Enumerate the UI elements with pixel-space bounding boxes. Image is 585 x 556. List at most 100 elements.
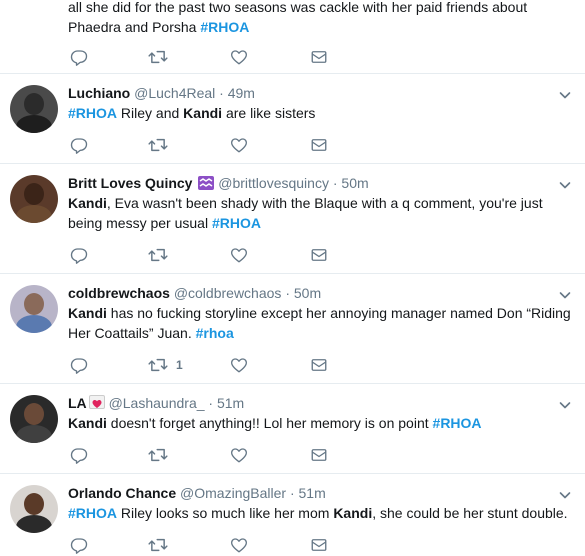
reply-button[interactable] <box>70 47 88 67</box>
bold-keyword: Kandi <box>68 195 107 211</box>
tweet[interactable]: Britt Loves Quincy @brittlovesquincy · 5… <box>0 163 585 273</box>
chevron-down-icon[interactable] <box>559 489 571 501</box>
chevron-down-icon[interactable] <box>559 289 571 301</box>
timestamp[interactable]: 50m <box>341 175 368 191</box>
retweet-icon <box>148 248 168 262</box>
user-handle[interactable]: @Luch4Real <box>134 85 215 101</box>
like-button[interactable] <box>230 535 248 555</box>
separator-dot: · <box>289 485 295 501</box>
tweet[interactable]: all she did for the past two seasons was… <box>0 0 585 73</box>
reply-button[interactable] <box>70 445 88 465</box>
like-icon <box>231 538 247 553</box>
text-fragment: , she could be her stunt double. <box>372 505 568 521</box>
direct-message-button[interactable] <box>310 355 328 375</box>
tweet-text: #RHOA Riley and Kandi are like sisters <box>68 103 573 123</box>
hashtag-link[interactable]: #RHOA <box>200 19 249 35</box>
chevron-down-icon[interactable] <box>559 179 571 191</box>
user-handle[interactable]: @OmazingBaller <box>180 485 286 501</box>
user-handle[interactable]: @coldbrewchaos <box>174 285 282 301</box>
display-name[interactable]: coldbrewchaos <box>68 285 170 301</box>
tweet-menu-button[interactable] <box>559 488 571 500</box>
like-icon <box>231 448 247 463</box>
text-fragment: , Eva wasn't been shady with the Blaque … <box>68 195 543 231</box>
reply-button[interactable] <box>70 535 88 555</box>
retweet-icon <box>148 50 168 64</box>
tweet-actions <box>68 47 368 67</box>
avatar[interactable] <box>10 175 58 223</box>
avatar[interactable] <box>10 285 58 333</box>
tweet[interactable]: coldbrewchaos @coldbrewchaos · 50m Kandi … <box>0 273 585 383</box>
retweet-icon <box>148 358 168 372</box>
direct-message-icon <box>311 539 327 551</box>
retweet-button[interactable] <box>148 47 168 67</box>
tweet-text: Kandi doesn't forget anything!! Lol her … <box>68 413 573 433</box>
timestamp[interactable]: 50m <box>294 285 321 301</box>
reply-button[interactable] <box>70 135 88 155</box>
direct-message-button[interactable] <box>310 535 328 555</box>
like-button[interactable] <box>230 47 248 67</box>
hashtag-link[interactable]: #RHOA <box>212 215 261 231</box>
hashtag-link[interactable]: #RHOA <box>433 415 482 431</box>
like-button[interactable] <box>230 135 248 155</box>
hashtag-link[interactable]: #rhoa <box>196 325 234 341</box>
chevron-down-icon[interactable] <box>559 399 571 411</box>
love-letter-icon <box>88 395 105 409</box>
tweet-text: Kandi, Eva wasn't been shady with the Bl… <box>68 193 573 233</box>
direct-message-button[interactable] <box>310 245 328 265</box>
retweet-button[interactable]: 1 <box>148 355 183 375</box>
direct-message-button[interactable] <box>310 47 328 67</box>
direct-message-icon <box>311 249 327 261</box>
retweet-button[interactable] <box>148 245 176 265</box>
avatar[interactable] <box>10 85 58 133</box>
timestamp[interactable]: 51m <box>217 395 244 411</box>
like-icon <box>231 50 247 65</box>
tweet-menu-button[interactable] <box>559 88 571 100</box>
direct-message-button[interactable] <box>310 445 328 465</box>
hashtag-link[interactable]: #RHOA <box>68 105 117 121</box>
text-fragment: all she did for the past two seasons was… <box>68 0 528 15</box>
retweet-button[interactable] <box>148 445 176 465</box>
timestamp[interactable]: 49m <box>228 85 255 101</box>
separator-dot: · <box>285 285 290 301</box>
avatar[interactable] <box>10 395 58 443</box>
direct-message-icon <box>311 139 327 151</box>
user-handle[interactable]: @brittlovesquincy <box>218 175 329 191</box>
like-icon <box>231 248 247 263</box>
reply-button[interactable] <box>70 245 88 265</box>
tweet-menu-button[interactable] <box>559 178 571 190</box>
tweet-actions: 1 <box>68 355 368 375</box>
bold-keyword: Kandi <box>333 505 373 521</box>
like-icon <box>231 358 247 373</box>
tweet-actions <box>68 445 368 465</box>
tweet-menu-button[interactable] <box>559 288 571 300</box>
chevron-down-icon[interactable] <box>559 89 571 101</box>
timestamp[interactable]: 51m <box>299 485 326 501</box>
direct-message-button[interactable] <box>310 135 328 155</box>
text-fragment: doesn't forget anything!! Lol her memory… <box>106 415 433 431</box>
reply-icon <box>70 138 88 154</box>
tweet-text: Kandi has no fucking storyline except he… <box>68 303 573 343</box>
retweet-count: 1 <box>176 358 183 372</box>
tweet-menu-button[interactable] <box>559 398 571 410</box>
hashtag-link[interactable]: #RHOA <box>68 505 117 521</box>
display-name[interactable]: Orlando Chance <box>68 485 176 501</box>
tweet-header: Britt Loves Quincy @brittlovesquincy · 5… <box>68 174 369 192</box>
display-name[interactable]: Britt Loves Quincy <box>68 175 192 191</box>
text-fragment: has no fucking storyline except her anno… <box>68 305 571 341</box>
reply-button[interactable] <box>70 355 88 375</box>
like-button[interactable] <box>230 445 248 465</box>
tweet[interactable]: Luchiano @Luch4Real · 49m #RHOA Riley and… <box>0 73 585 163</box>
like-button[interactable] <box>230 245 248 265</box>
separator-dot: · <box>332 175 338 191</box>
avatar[interactable] <box>10 485 58 533</box>
retweet-button[interactable] <box>148 135 176 155</box>
tweet[interactable]: Orlando Chance @OmazingBaller · 51m #RHOA… <box>0 473 585 556</box>
display-name[interactable]: Luchiano <box>68 85 130 101</box>
user-handle[interactable]: @Lashaundra_ <box>109 395 205 411</box>
tweet[interactable]: LA @Lashaundra_ · 51m Kandi doesn't forge… <box>0 383 585 473</box>
text-fragment: are like sisters <box>222 105 316 121</box>
like-button[interactable] <box>230 355 248 375</box>
reply-icon <box>70 50 88 66</box>
retweet-button[interactable] <box>148 535 176 555</box>
display-name[interactable]: LA <box>68 395 87 411</box>
